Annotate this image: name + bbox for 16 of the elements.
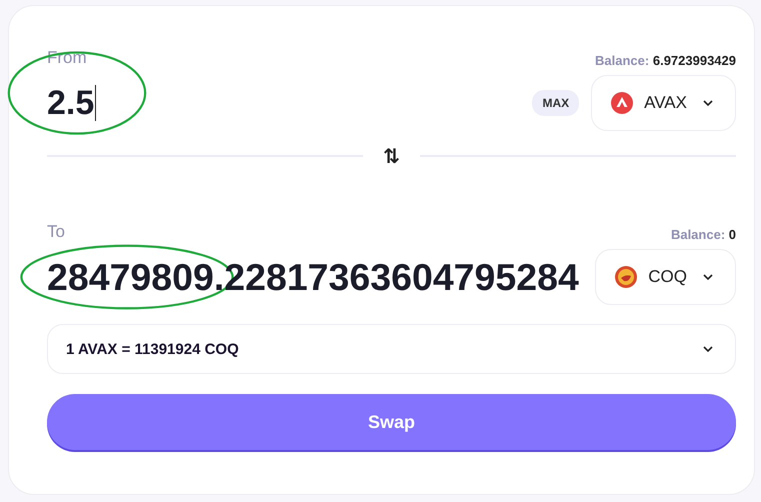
rate-dropdown[interactable]: 1 AVAX = 11391924 COQ [47, 324, 736, 374]
chevron-down-icon [703, 346, 713, 352]
chevron-down-icon [703, 274, 713, 280]
chevron-down-icon [703, 100, 713, 106]
swap-direction-button[interactable]: ⇅ [379, 144, 404, 168]
token-logo-icon [614, 265, 638, 289]
balance-text: Balance: 6.9723993429 [595, 53, 736, 68]
field-label: To [47, 222, 65, 242]
token-select[interactable]: AVAX [591, 75, 736, 131]
max-button[interactable]: MAX [532, 90, 580, 116]
balance-text: Balance: 0 [670, 227, 736, 242]
swap-button[interactable]: Swap [47, 394, 736, 450]
token-select[interactable]: COQ [595, 249, 736, 305]
field-label: From [47, 48, 87, 68]
token-logo-icon [610, 91, 634, 115]
amount-input[interactable]: 2.5 [47, 84, 96, 122]
